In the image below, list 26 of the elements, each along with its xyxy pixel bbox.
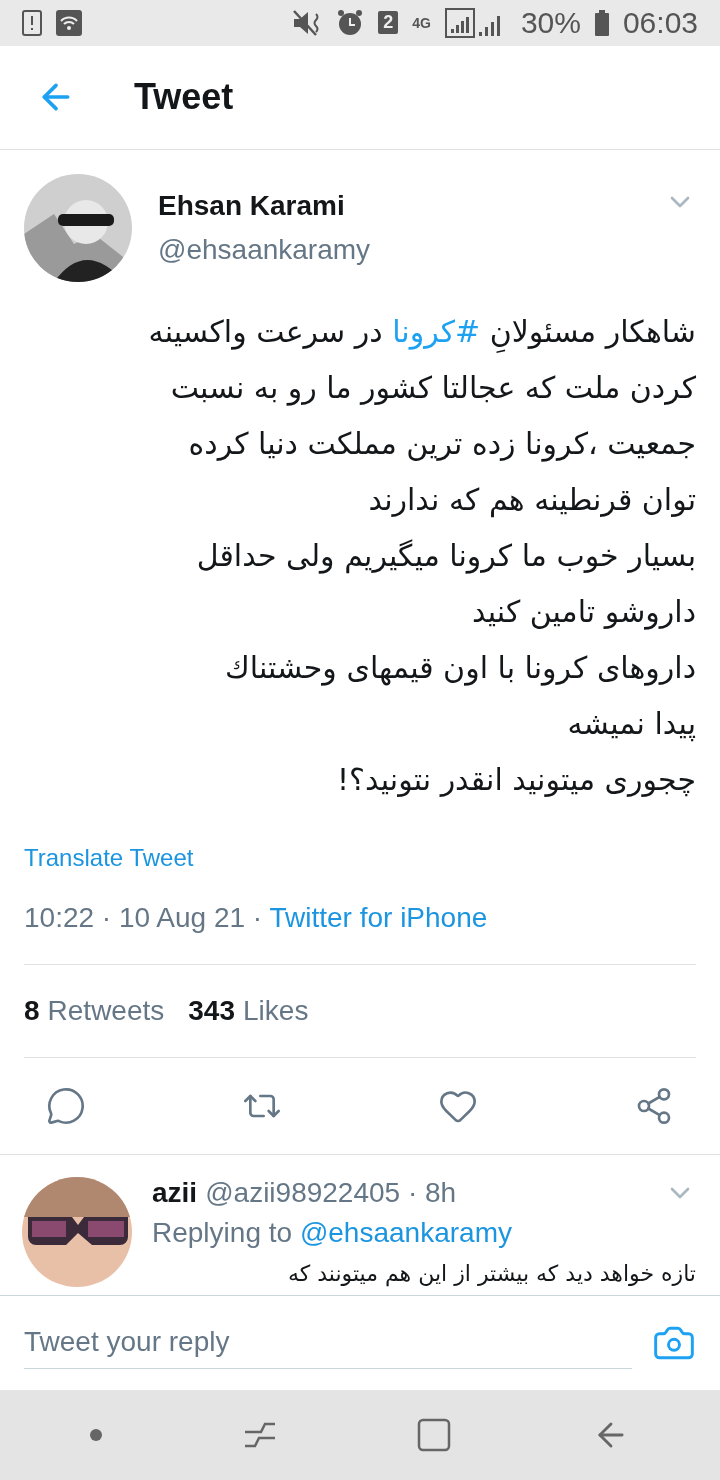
mention-link[interactable]: @ehsaankaramy (299, 1216, 512, 1248)
alert-icon (22, 9, 42, 36)
source-link[interactable]: Twitter for iPhone (269, 901, 488, 933)
network-type: 4G (412, 15, 431, 30)
hashtag-link[interactable]: #کرونا (392, 313, 481, 349)
sim-badge: 2 (378, 11, 399, 35)
tweet-timestamp: 10:22 · 10 Aug 21 · Twitter for iPhone (24, 901, 489, 935)
battery-percent: 30% (520, 5, 581, 40)
retweets-stat[interactable]: 8 Retweets (24, 994, 165, 1027)
replying-to: Replying to @ehsaankaramy (152, 1216, 513, 1249)
tweet-text: شاهکار مسئولانِ #کرونا در سرعت واکسینه کردن ملت که عجالتا کشور ما رو به نسبت جمعیت ،کرونا زده ترین مملکت دنیا کرده توان قرنطینه هم که ندارند بسیار خوب ما کرونا میگیریم ولی حداقل داروشو تامین کنید داروهای کرونا با اون قیمهای وحشتناك پیدا نمیشه چجوری میتونید انقدر نتونید؟! (147, 312, 696, 799)
reply-author-name: azii (152, 1176, 198, 1209)
author-handle: @ehsaankaramy (158, 233, 372, 266)
battery-icon (594, 9, 609, 36)
alarm-icon (336, 8, 365, 37)
translate-link[interactable]: Translate Tweet (24, 843, 194, 872)
reply-button[interactable] (46, 1085, 86, 1126)
dot-icon[interactable] (90, 1428, 103, 1441)
page-title: Tweet (134, 76, 234, 119)
reply-handle: @azii98922405 · 8h (205, 1176, 457, 1209)
clock: 06:03 (622, 5, 698, 40)
home-icon[interactable] (417, 1417, 452, 1452)
wifi-icon (56, 9, 82, 36)
reply-text: تازه خواهد دید که بیشتر از این هم میتونند که (287, 1260, 696, 1286)
author-name: Ehsan Karami (158, 189, 346, 222)
likes-stat[interactable]: 343 Likes (188, 994, 309, 1027)
